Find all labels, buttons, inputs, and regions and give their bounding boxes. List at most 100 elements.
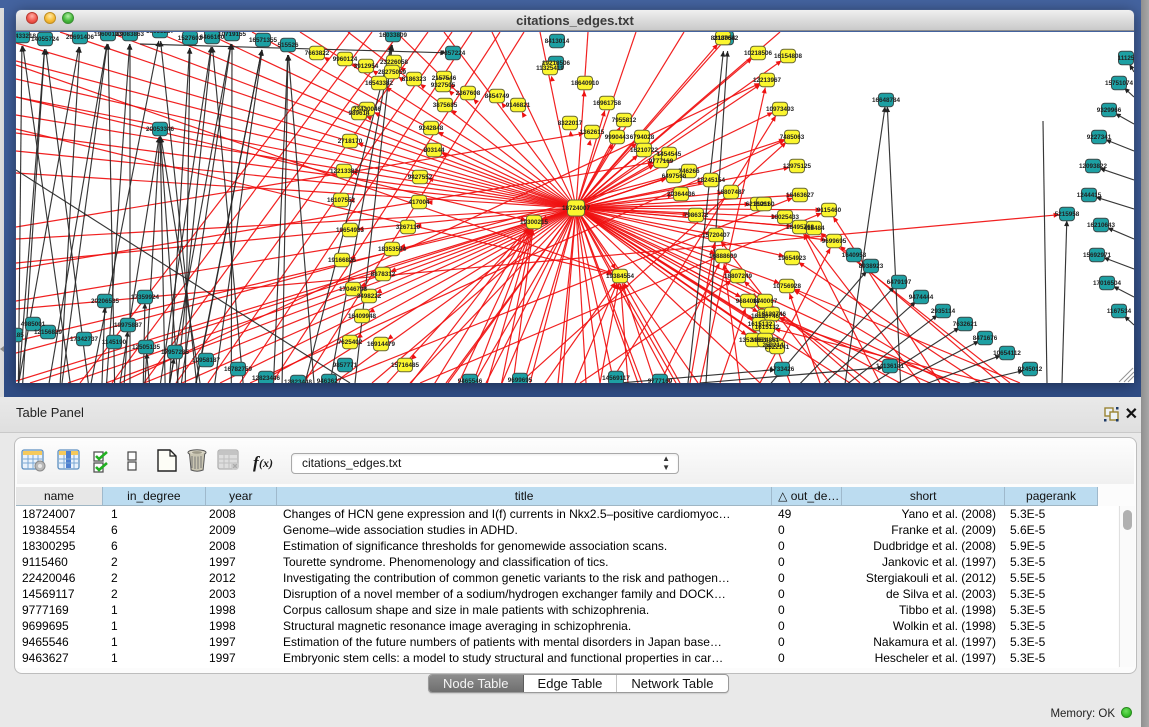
svg-text:1145190: 1145190: [102, 339, 127, 346]
svg-text:9699695: 9699695: [508, 377, 533, 383]
svg-text:212160: 212160: [753, 201, 775, 208]
svg-text:8322017: 8322017: [558, 120, 583, 127]
svg-text:12823446: 12823446: [252, 375, 281, 382]
svg-text:1362615: 1362615: [580, 129, 605, 136]
svg-text:8878312: 8878312: [371, 271, 396, 278]
svg-text:8938923: 8938923: [859, 263, 884, 270]
svg-text:7986372: 7986372: [684, 212, 709, 219]
svg-text:1167534: 1167534: [1107, 308, 1132, 315]
svg-text:19975887: 19975887: [114, 322, 143, 329]
svg-text:9227341: 9227341: [1087, 134, 1112, 141]
svg-text:18724007: 18724007: [562, 205, 591, 212]
svg-text:9474444: 9474444: [909, 294, 934, 301]
svg-text:12505135: 12505135: [132, 344, 161, 351]
svg-text:19166825: 19166825: [328, 257, 357, 264]
svg-text:15716485: 15716485: [391, 362, 420, 369]
svg-text:8454749: 8454749: [485, 93, 510, 100]
svg-text:9146821: 9146821: [506, 102, 531, 109]
svg-text:16120746: 16120746: [758, 311, 787, 318]
svg-text:9777169: 9777169: [648, 378, 673, 383]
svg-text:9427552: 9427552: [408, 174, 433, 181]
svg-text:16210722: 16210722: [630, 147, 659, 154]
svg-text:417004: 417004: [408, 199, 430, 206]
svg-text:10653267: 10653267: [146, 32, 175, 35]
svg-text:18640910: 18640910: [571, 80, 600, 87]
svg-text:20691406: 20691406: [66, 34, 95, 41]
svg-text:2935114: 2935114: [931, 308, 956, 315]
svg-text:19300215: 19300215: [520, 219, 549, 226]
svg-text:12213967: 12213967: [753, 77, 782, 84]
svg-text:89083863: 89083863: [116, 32, 145, 38]
svg-text:10973493: 10973493: [766, 106, 795, 113]
svg-text:39185: 39185: [16, 332, 24, 339]
svg-text:8471676: 8471676: [973, 335, 998, 342]
svg-text:20364436: 20364436: [667, 191, 696, 198]
svg-text:3875685: 3875685: [433, 102, 458, 109]
svg-text:19654933: 19654933: [336, 227, 365, 234]
svg-text:18245154: 18245154: [697, 177, 726, 184]
svg-text:9327505: 9327505: [431, 82, 456, 89]
svg-text:16463627: 16463627: [786, 192, 815, 199]
svg-text:2522141: 2522141: [765, 344, 790, 351]
svg-text:19384554: 19384554: [606, 273, 635, 280]
svg-text:7485063: 7485063: [780, 134, 805, 141]
svg-text:17046798: 17046798: [339, 286, 368, 293]
svg-text:2157546: 2157546: [432, 75, 457, 82]
svg-text:10025433: 10025433: [771, 214, 800, 221]
svg-text:7955812: 7955812: [612, 117, 637, 124]
svg-text:4985001: 4985001: [21, 321, 46, 328]
svg-text:16807487: 16807487: [717, 189, 746, 196]
svg-text:9115460: 9115460: [817, 207, 842, 214]
svg-text:16210643: 16210643: [1087, 222, 1116, 229]
svg-text:28275059: 28275059: [378, 69, 407, 76]
svg-text:7357224: 7357224: [441, 50, 466, 57]
svg-text:17342737: 17342737: [70, 336, 99, 343]
svg-text:1615132: 1615132: [755, 324, 780, 331]
svg-text:19654923: 19654923: [778, 255, 807, 262]
svg-text:418484: 418484: [803, 225, 825, 232]
svg-text:20053346: 20053346: [146, 126, 175, 133]
svg-text:15751074: 15751074: [1105, 80, 1134, 87]
svg-text:3498222: 3498222: [357, 293, 382, 300]
svg-text:515526: 515526: [277, 42, 299, 49]
svg-text:18353594: 18353594: [378, 246, 407, 253]
svg-text:11325419: 11325419: [536, 65, 564, 72]
svg-text:17359924: 17359924: [131, 294, 160, 301]
svg-text:12093822: 12093822: [1079, 163, 1108, 170]
svg-text:15720407: 15720407: [702, 232, 731, 239]
svg-text:10756928: 10756928: [773, 283, 802, 290]
svg-text:20206535: 20206535: [91, 298, 120, 305]
svg-text:16961758: 16961758: [593, 100, 622, 107]
svg-text:11125: 11125: [1118, 55, 1134, 62]
svg-text:18807249: 18807249: [724, 273, 753, 280]
svg-text:6479197: 6479197: [887, 279, 912, 286]
svg-text:14136141: 14136141: [876, 363, 905, 370]
svg-text:(x): (x): [259, 456, 273, 470]
svg-text:7632621: 7632621: [953, 321, 978, 328]
svg-text:8813054: 8813054: [711, 35, 736, 42]
svg-text:12213382: 12213382: [330, 168, 359, 175]
svg-text:17957285: 17957285: [161, 349, 190, 356]
svg-text:3267110: 3267110: [396, 224, 421, 231]
svg-text:2718170: 2718170: [338, 138, 363, 145]
svg-text:9857771: 9857771: [333, 362, 358, 369]
svg-text:1454545: 1454545: [657, 151, 682, 158]
svg-text:12823448: 12823448: [284, 379, 313, 383]
svg-text:16648784: 16648784: [872, 97, 901, 104]
svg-text:10719155: 10719155: [218, 32, 247, 38]
svg-text:16033809: 16033809: [379, 32, 408, 39]
svg-text:16543382: 16543382: [365, 80, 394, 87]
svg-text:14055724: 14055724: [31, 36, 60, 43]
svg-text:3912954: 3912954: [354, 63, 379, 70]
svg-text:9463627: 9463627: [317, 378, 342, 383]
svg-text:16409948: 16409948: [348, 313, 377, 320]
svg-text:6794028: 6794028: [630, 134, 655, 141]
svg-text:16571355: 16571355: [249, 37, 278, 44]
svg-text:5215958: 5215958: [1055, 211, 1080, 218]
svg-text:12975125: 12975125: [783, 163, 812, 170]
svg-text:9990443: 9990443: [605, 134, 630, 141]
svg-text:9242848: 9242848: [419, 125, 444, 132]
svg-text:9245012: 9245012: [1018, 366, 1043, 373]
svg-text:14569117: 14569117: [602, 375, 630, 382]
svg-text:1640953: 1640953: [842, 252, 867, 259]
